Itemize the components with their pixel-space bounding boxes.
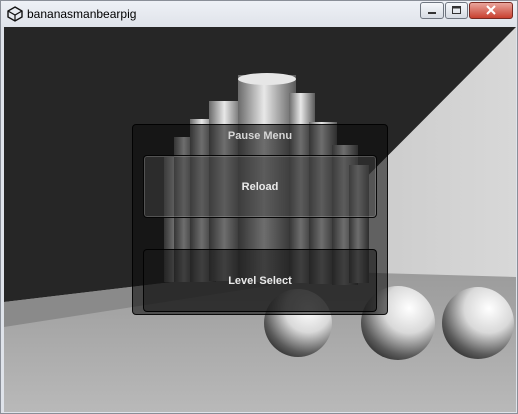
level-select-button[interactable]: Level Select [143, 249, 377, 312]
close-icon [486, 5, 496, 15]
reload-button[interactable]: Reload [143, 155, 377, 218]
maximize-icon [452, 6, 461, 14]
minimize-button[interactable] [420, 2, 444, 19]
pause-menu-panel: Pause Menu Reload Level Select [132, 124, 388, 315]
title-bar[interactable]: bananasmanbearpig [1, 1, 517, 27]
pause-menu-title: Pause Menu [227, 130, 293, 142]
app-window: bananasmanbearpig Pause Menu Reload Leve… [0, 0, 518, 414]
minimize-icon [428, 12, 436, 14]
game-viewport[interactable]: Pause Menu Reload Level Select [4, 27, 516, 412]
window-title: bananasmanbearpig [27, 7, 137, 21]
unity-logo-icon [7, 6, 23, 22]
close-button[interactable] [469, 2, 513, 19]
maximize-button[interactable] [445, 2, 468, 19]
